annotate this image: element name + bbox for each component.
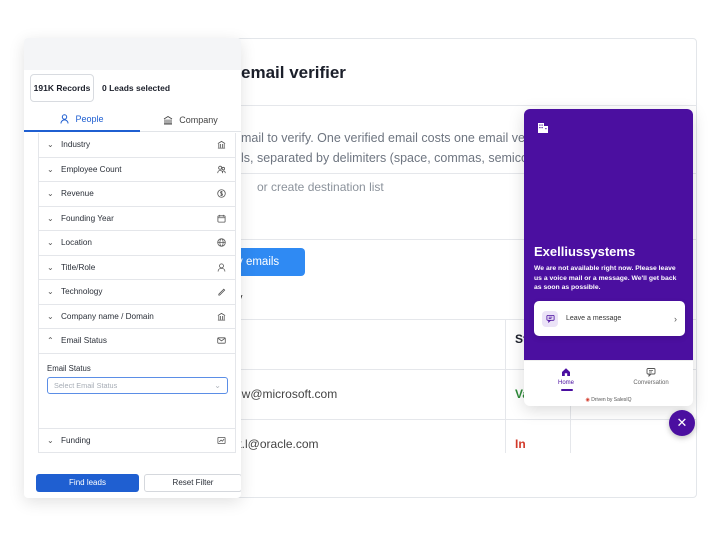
verify-emails-button[interactable]: y emails xyxy=(235,248,305,276)
company-logo-icon xyxy=(537,121,549,139)
filter-label: Technology xyxy=(61,287,103,297)
bank-icon xyxy=(215,310,227,322)
destination-list-input[interactable]: or create destination list xyxy=(257,180,384,194)
records-count-badge: 191K Records xyxy=(30,74,94,102)
home-icon xyxy=(562,368,570,376)
filter-founding-year[interactable]: ⌄ Founding Year xyxy=(38,206,236,231)
chat-header: Exelliussystems We are not available rig… xyxy=(524,109,693,360)
table-row: tt.l@oracle.com In xyxy=(235,419,696,469)
chevron-down-icon: ⌄ xyxy=(214,380,221,390)
chevron-right-icon: › xyxy=(674,313,677,324)
chevron-down-icon: ⌄ xyxy=(47,311,54,321)
find-leads-button[interactable]: Find leads xyxy=(36,474,139,492)
panel-top-bar xyxy=(24,38,241,70)
filter-label: Company name / Domain xyxy=(61,311,154,321)
filter-panel: 191K Records 0 Leads selected People Com… xyxy=(24,38,241,498)
dollar-icon xyxy=(215,188,227,200)
filter-label: Title/Role xyxy=(61,262,96,272)
tab-people[interactable]: People xyxy=(24,108,140,132)
filter-label: Location xyxy=(61,238,92,248)
filter-industry[interactable]: ⌄ Industry xyxy=(38,133,236,158)
nav-label: Home xyxy=(557,380,574,386)
tab-company[interactable]: Company xyxy=(140,108,241,132)
pen-icon xyxy=(215,286,227,298)
email-cell: tt.l@oracle.com xyxy=(235,437,319,451)
chat-bubble-icon xyxy=(646,368,656,377)
stage: email verifier mail to verify. One verif… xyxy=(0,0,728,536)
filter-email-status[interactable]: ⌃ Email Status xyxy=(38,329,236,354)
salesiq-icon: ◉ xyxy=(585,397,590,403)
filter-label: Industry xyxy=(61,140,91,150)
nav-home[interactable]: Home xyxy=(524,367,608,386)
select-placeholder: Select Email Status xyxy=(54,380,118,390)
filter-list: ⌄ Industry ⌄ Employee Count ⌄ Revenue ⌄ … xyxy=(38,133,236,453)
column-divider xyxy=(505,319,506,453)
chat-away-message: We are not available right now. Please l… xyxy=(534,265,677,291)
filter-technology[interactable]: ⌄ Technology xyxy=(38,280,236,305)
people-icon xyxy=(215,163,227,175)
active-tab-indicator xyxy=(561,389,573,391)
calendar-icon xyxy=(215,212,227,224)
verifier-description: mail to verify. One verified email costs… xyxy=(241,128,538,168)
chevron-down-icon: ⌄ xyxy=(47,435,54,445)
building-icon xyxy=(163,115,173,125)
mail-icon xyxy=(215,335,227,347)
filter-label: Revenue xyxy=(61,189,94,199)
tab-label: People xyxy=(75,114,104,124)
filter-location[interactable]: ⌄ Location xyxy=(38,231,236,256)
email-status-select[interactable]: Select Email Status ⌄ xyxy=(47,376,228,394)
filter-title-role[interactable]: ⌄ Title/Role xyxy=(38,255,236,280)
chevron-down-icon: ⌄ xyxy=(47,189,54,199)
driven-by-footer: ◉ Driven by SalesIQ xyxy=(524,394,693,406)
chevron-down-icon: ⌄ xyxy=(47,164,54,174)
description-line: mail to verify. One verified email costs… xyxy=(241,131,532,145)
leads-selected-label: 0 Leads selected xyxy=(102,83,171,93)
filter-revenue[interactable]: ⌄ Revenue xyxy=(38,182,236,207)
chevron-down-icon: ⌄ xyxy=(47,238,54,248)
filter-label: Employee Count xyxy=(61,164,122,174)
user-icon xyxy=(215,261,227,273)
filter-employee-count[interactable]: ⌄ Employee Count xyxy=(38,157,236,182)
driven-by-label: Driven by SalesIQ xyxy=(591,397,632,403)
filter-tabs: People Company xyxy=(24,108,241,132)
reset-filter-button[interactable]: Reset Filter xyxy=(144,474,241,492)
chat-company-name: Exelliussystems xyxy=(534,244,636,259)
chevron-down-icon: ⌄ xyxy=(47,213,54,223)
globe-icon xyxy=(215,237,227,249)
filter-company-name-domain[interactable]: ⌄ Company name / Domain xyxy=(38,304,236,329)
status-cell: In xyxy=(515,437,526,451)
nav-label: Conversation xyxy=(633,380,669,386)
filter-label: Funding xyxy=(61,435,91,445)
leave-message-label: Leave a message xyxy=(566,315,622,322)
leave-message-button[interactable]: Leave a message › xyxy=(534,301,685,336)
chevron-up-icon: ⌃ xyxy=(47,336,54,346)
nav-conversation[interactable]: Conversation xyxy=(609,367,693,386)
filter-label: Email Status xyxy=(61,336,107,346)
chevron-down-icon: ⌄ xyxy=(47,287,54,297)
chat-nav: Home Conversation xyxy=(524,360,693,394)
chevron-down-icon: ⌄ xyxy=(47,262,54,272)
chevron-down-icon: ⌄ xyxy=(47,140,54,150)
email-cell: t.w@microsoft.com xyxy=(235,387,338,401)
close-chat-button[interactable]: ✕ xyxy=(669,410,695,436)
chat-widget: Exelliussystems We are not available rig… xyxy=(524,109,693,406)
filter-label: Founding Year xyxy=(61,213,114,223)
divider xyxy=(235,105,696,106)
message-icon xyxy=(542,310,558,327)
tab-label: Company xyxy=(179,115,218,125)
description-line: ls, separated by delimiters (space, comm… xyxy=(241,151,538,165)
verifier-title: email verifier xyxy=(241,63,346,82)
email-status-panel: Email Status Select Email Status ⌄ xyxy=(38,353,236,429)
panel-footer: Find leads Reset Filter xyxy=(24,468,241,498)
filter-funding[interactable]: ⌄ Funding xyxy=(38,428,236,453)
close-icon: ✕ xyxy=(676,415,688,430)
bank-icon xyxy=(215,139,227,151)
chart-icon xyxy=(215,434,227,446)
email-status-label: Email Status xyxy=(47,363,91,373)
person-icon xyxy=(60,114,69,124)
